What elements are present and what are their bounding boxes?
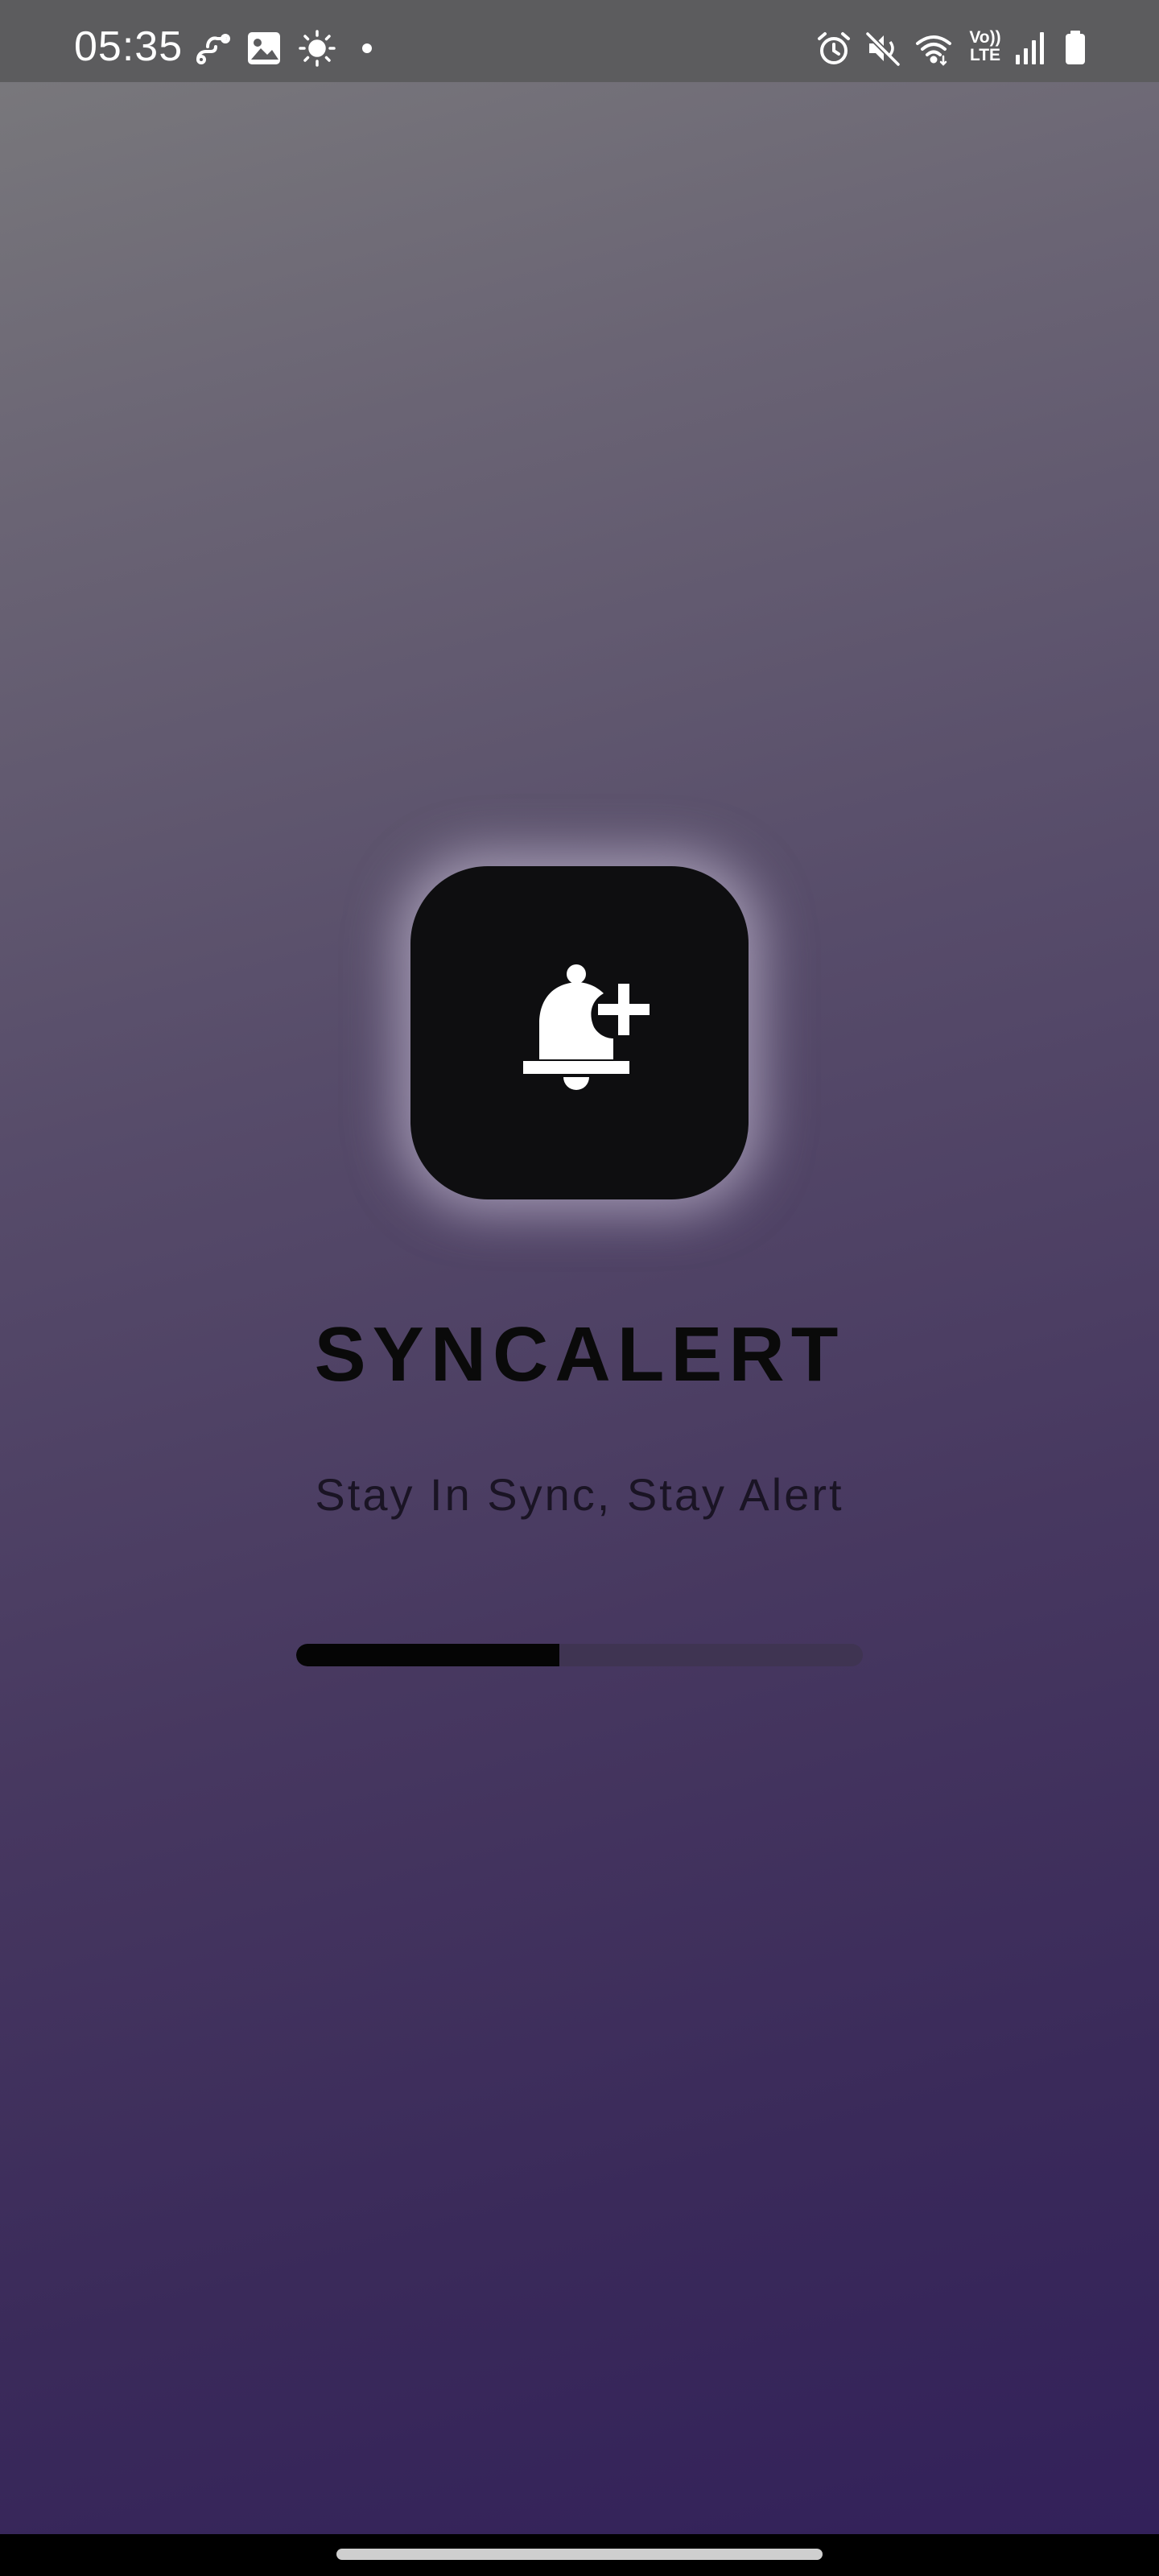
loading-progress-fill	[296, 1644, 560, 1666]
alarm-icon	[815, 29, 853, 68]
link-icon	[193, 29, 232, 68]
app-name: SYNCALERT	[314, 1311, 845, 1397]
app-tagline: Stay In Sync, Stay Alert	[315, 1469, 844, 1520]
battery-icon	[1056, 29, 1095, 68]
volte-label-top: Vo))	[969, 28, 1001, 47]
app-logo-tile	[410, 866, 749, 1199]
navigation-bar	[0, 2534, 1159, 2576]
home-gesture-bar[interactable]	[336, 2549, 823, 2560]
status-time: 05:35	[74, 23, 184, 70]
signal-icon	[1011, 29, 1050, 68]
volte-icon: Vo)) LTE	[966, 29, 1004, 64]
loading-progress-bar	[296, 1644, 863, 1666]
splash-screen: 05:35 Vo)) LTE SYNCALERT Stay In Sync, S…	[0, 0, 1159, 2576]
status-bar: 05:35 Vo)) LTE	[0, 0, 1159, 82]
volte-label-bottom: LTE	[969, 46, 1001, 64]
wifi-icon	[914, 29, 953, 68]
brightness-icon	[298, 29, 336, 68]
bell-plus-icon	[523, 963, 668, 1100]
gallery-icon	[245, 29, 283, 68]
mute-icon	[864, 29, 903, 68]
notification-dot-icon	[354, 29, 393, 68]
